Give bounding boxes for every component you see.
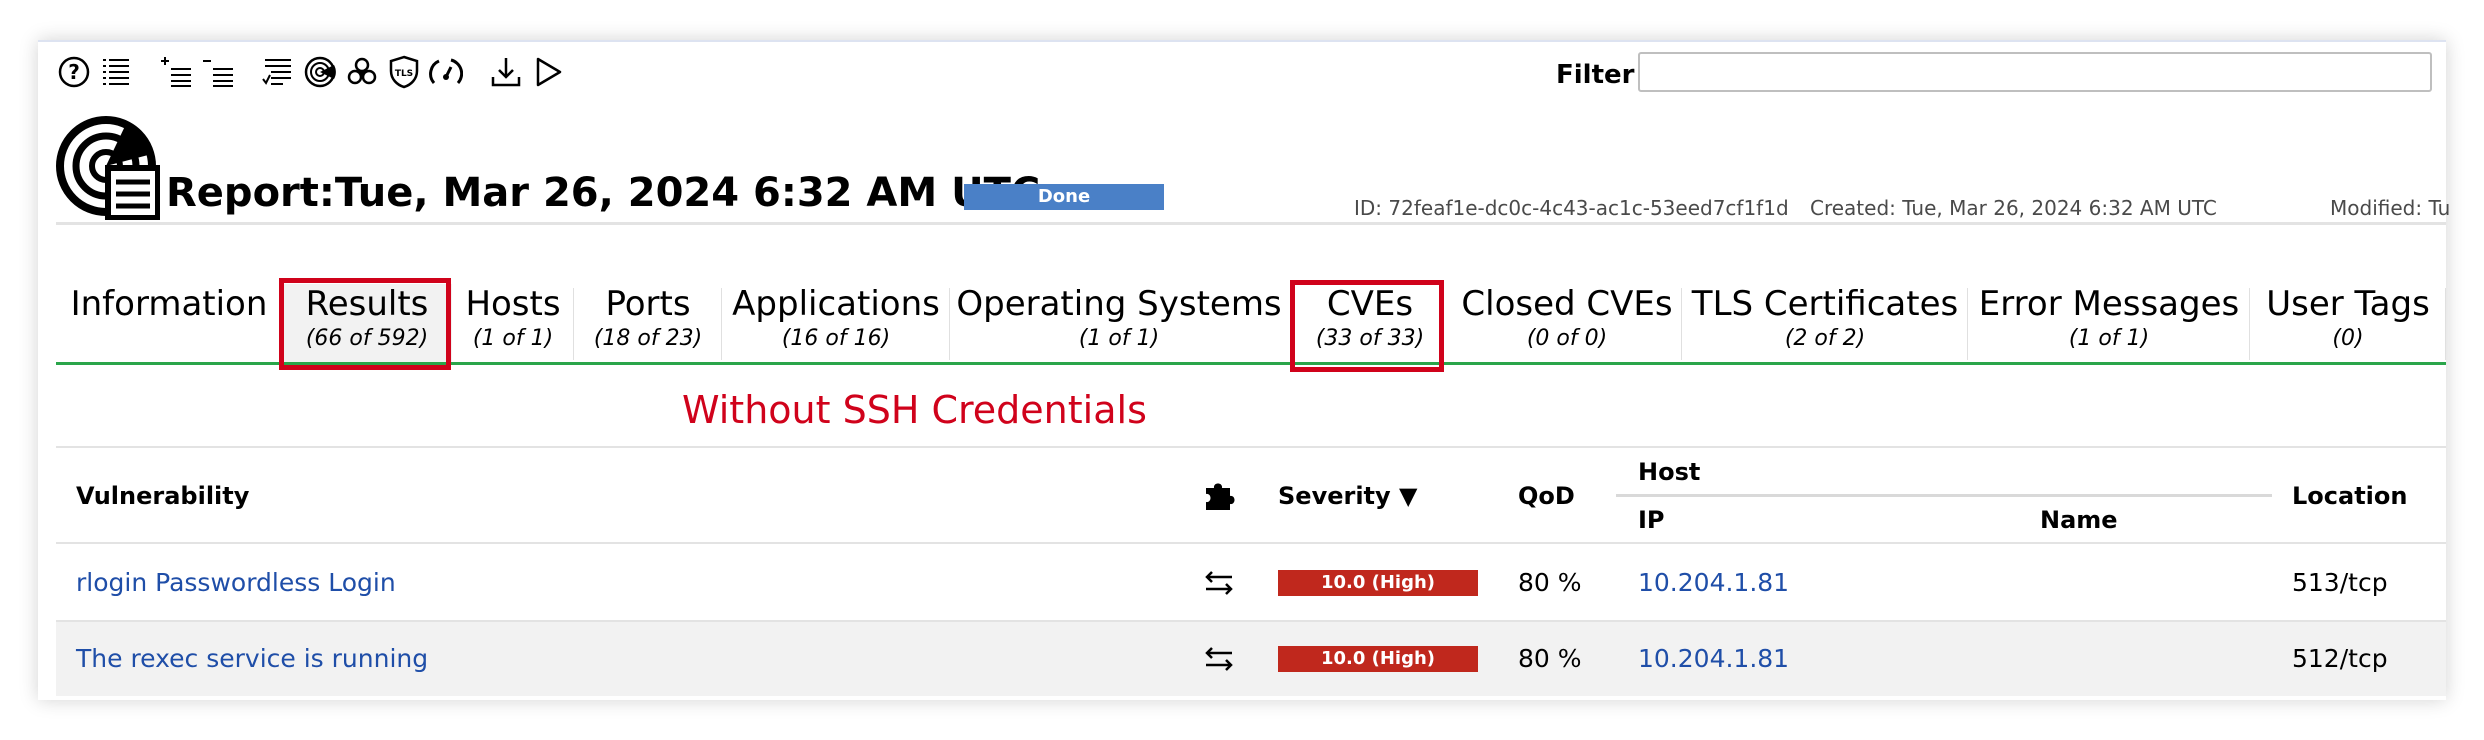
host-ip-link[interactable]: 10.204.1.81 — [1638, 568, 1789, 597]
column-header-host: Host — [1638, 458, 1701, 486]
biohazard-icon[interactable] — [344, 52, 380, 92]
tab-label: Ports — [605, 284, 691, 324]
highlight-box-cves — [1290, 280, 1444, 372]
window-top-border — [38, 40, 2446, 42]
tab-count: (1 of 1) — [2068, 326, 2150, 351]
column-header-location[interactable]: Location — [2292, 482, 2407, 510]
filter-label: Filter — [1556, 60, 1635, 90]
download-icon[interactable] — [488, 52, 524, 92]
add-list-icon[interactable] — [158, 52, 194, 92]
tab-count: (18 of 23) — [593, 326, 703, 351]
qod-value: 80 % — [1518, 568, 1582, 597]
severity-bar: 10.0 (High) — [1278, 570, 1478, 596]
swap-arrows-icon[interactable] — [1202, 568, 1236, 598]
report-modified: Modified: Tu — [2330, 196, 2451, 220]
svg-text:?: ? — [68, 60, 80, 84]
column-header-qod[interactable]: QoD — [1518, 482, 1575, 510]
play-icon[interactable] — [530, 52, 566, 92]
list-icon[interactable] — [98, 52, 134, 92]
tab-label: Information — [70, 284, 268, 324]
tls-shield-icon[interactable]: TLS — [386, 52, 422, 92]
highlight-box-results — [279, 278, 451, 370]
swap-arrows-icon[interactable] — [1202, 644, 1236, 674]
column-header-vulnerability[interactable]: Vulnerability — [76, 482, 249, 510]
checklist-icon[interactable] — [260, 52, 296, 92]
svg-text:TLS: TLS — [395, 69, 413, 79]
tab-label: Error Messages — [1978, 284, 2240, 324]
tab-label: User Tags — [2266, 284, 2430, 324]
tab-operating-systems[interactable]: Operating Systems (1 of 1) — [950, 284, 1288, 364]
report-logo — [56, 116, 161, 221]
gauge-icon[interactable] — [428, 52, 464, 92]
tab-count: (0) — [2332, 326, 2364, 351]
tab-closed-cves[interactable]: Closed CVEs (0 of 0) — [1452, 284, 1682, 364]
table-row: The rexec service is running 10.0 (High)… — [56, 622, 2446, 696]
toolbar: ? TLS — [56, 48, 572, 96]
tab-label: Hosts — [465, 284, 561, 324]
filter-input[interactable] — [1638, 52, 2432, 92]
annotation-label: Without SSH Credentials — [682, 388, 1147, 432]
tab-count: (16 of 16) — [781, 326, 891, 351]
tab-label: Operating Systems — [956, 284, 1282, 324]
tab-applications[interactable]: Applications (16 of 16) — [722, 284, 950, 364]
tab-error-messages[interactable]: Error Messages (1 of 1) — [1968, 284, 2250, 364]
radar-icon[interactable] — [302, 52, 338, 92]
column-header-ip[interactable]: IP — [1638, 506, 1665, 534]
report-id: ID: 72feaf1e-dc0c-4c43-ac1c-53eed7cf1f1d — [1354, 196, 1789, 220]
page-title: Report:Tue, Mar 26, 2024 6:32 AM UTC — [166, 170, 1041, 216]
tab-count: (2 of 2) — [1784, 326, 1866, 351]
tab-label: TLS Certificates — [1691, 284, 1959, 324]
vulnerability-link[interactable]: rlogin Passwordless Login — [76, 568, 396, 597]
tab-user-tags[interactable]: User Tags (0) — [2250, 284, 2446, 364]
column-header-name[interactable]: Name — [2040, 506, 2118, 534]
report-created: Created: Tue, Mar 26, 2024 6:32 AM UTC — [1810, 196, 2217, 220]
tab-hosts[interactable]: Hosts (1 of 1) — [452, 284, 574, 364]
tab-count: (1 of 1) — [1078, 326, 1160, 351]
plugin-icon — [1202, 478, 1236, 518]
severity-bar: 10.0 (High) — [1278, 646, 1478, 672]
tab-label: Closed CVEs — [1461, 284, 1673, 324]
remove-list-icon[interactable] — [200, 52, 236, 92]
tab-count: (0 of 0) — [1526, 326, 1608, 351]
tab-count: (1 of 1) — [472, 326, 554, 351]
table-row: rlogin Passwordless Login 10.0 (High) 80… — [56, 546, 2446, 620]
tab-ports[interactable]: Ports (18 of 23) — [574, 284, 722, 364]
tab-tls-certificates[interactable]: TLS Certificates (2 of 2) — [1682, 284, 1968, 364]
column-header-severity[interactable]: Severity ▼ — [1278, 482, 1417, 510]
help-icon[interactable]: ? — [56, 52, 92, 92]
tab-information[interactable]: Information — [56, 284, 282, 364]
host-header-divider — [1616, 494, 2272, 497]
host-ip-link[interactable]: 10.204.1.81 — [1638, 644, 1789, 673]
header-divider — [56, 222, 2446, 225]
table-top-border — [56, 446, 2446, 448]
location-value: 513/tcp — [2292, 568, 2388, 597]
vulnerability-link[interactable]: The rexec service is running — [76, 644, 428, 673]
table-header-border — [56, 542, 2446, 544]
tab-label: Applications — [732, 284, 940, 324]
location-value: 512/tcp — [2292, 644, 2388, 673]
qod-value: 80 % — [1518, 644, 1582, 673]
status-progress-bar: Done — [964, 184, 1164, 210]
